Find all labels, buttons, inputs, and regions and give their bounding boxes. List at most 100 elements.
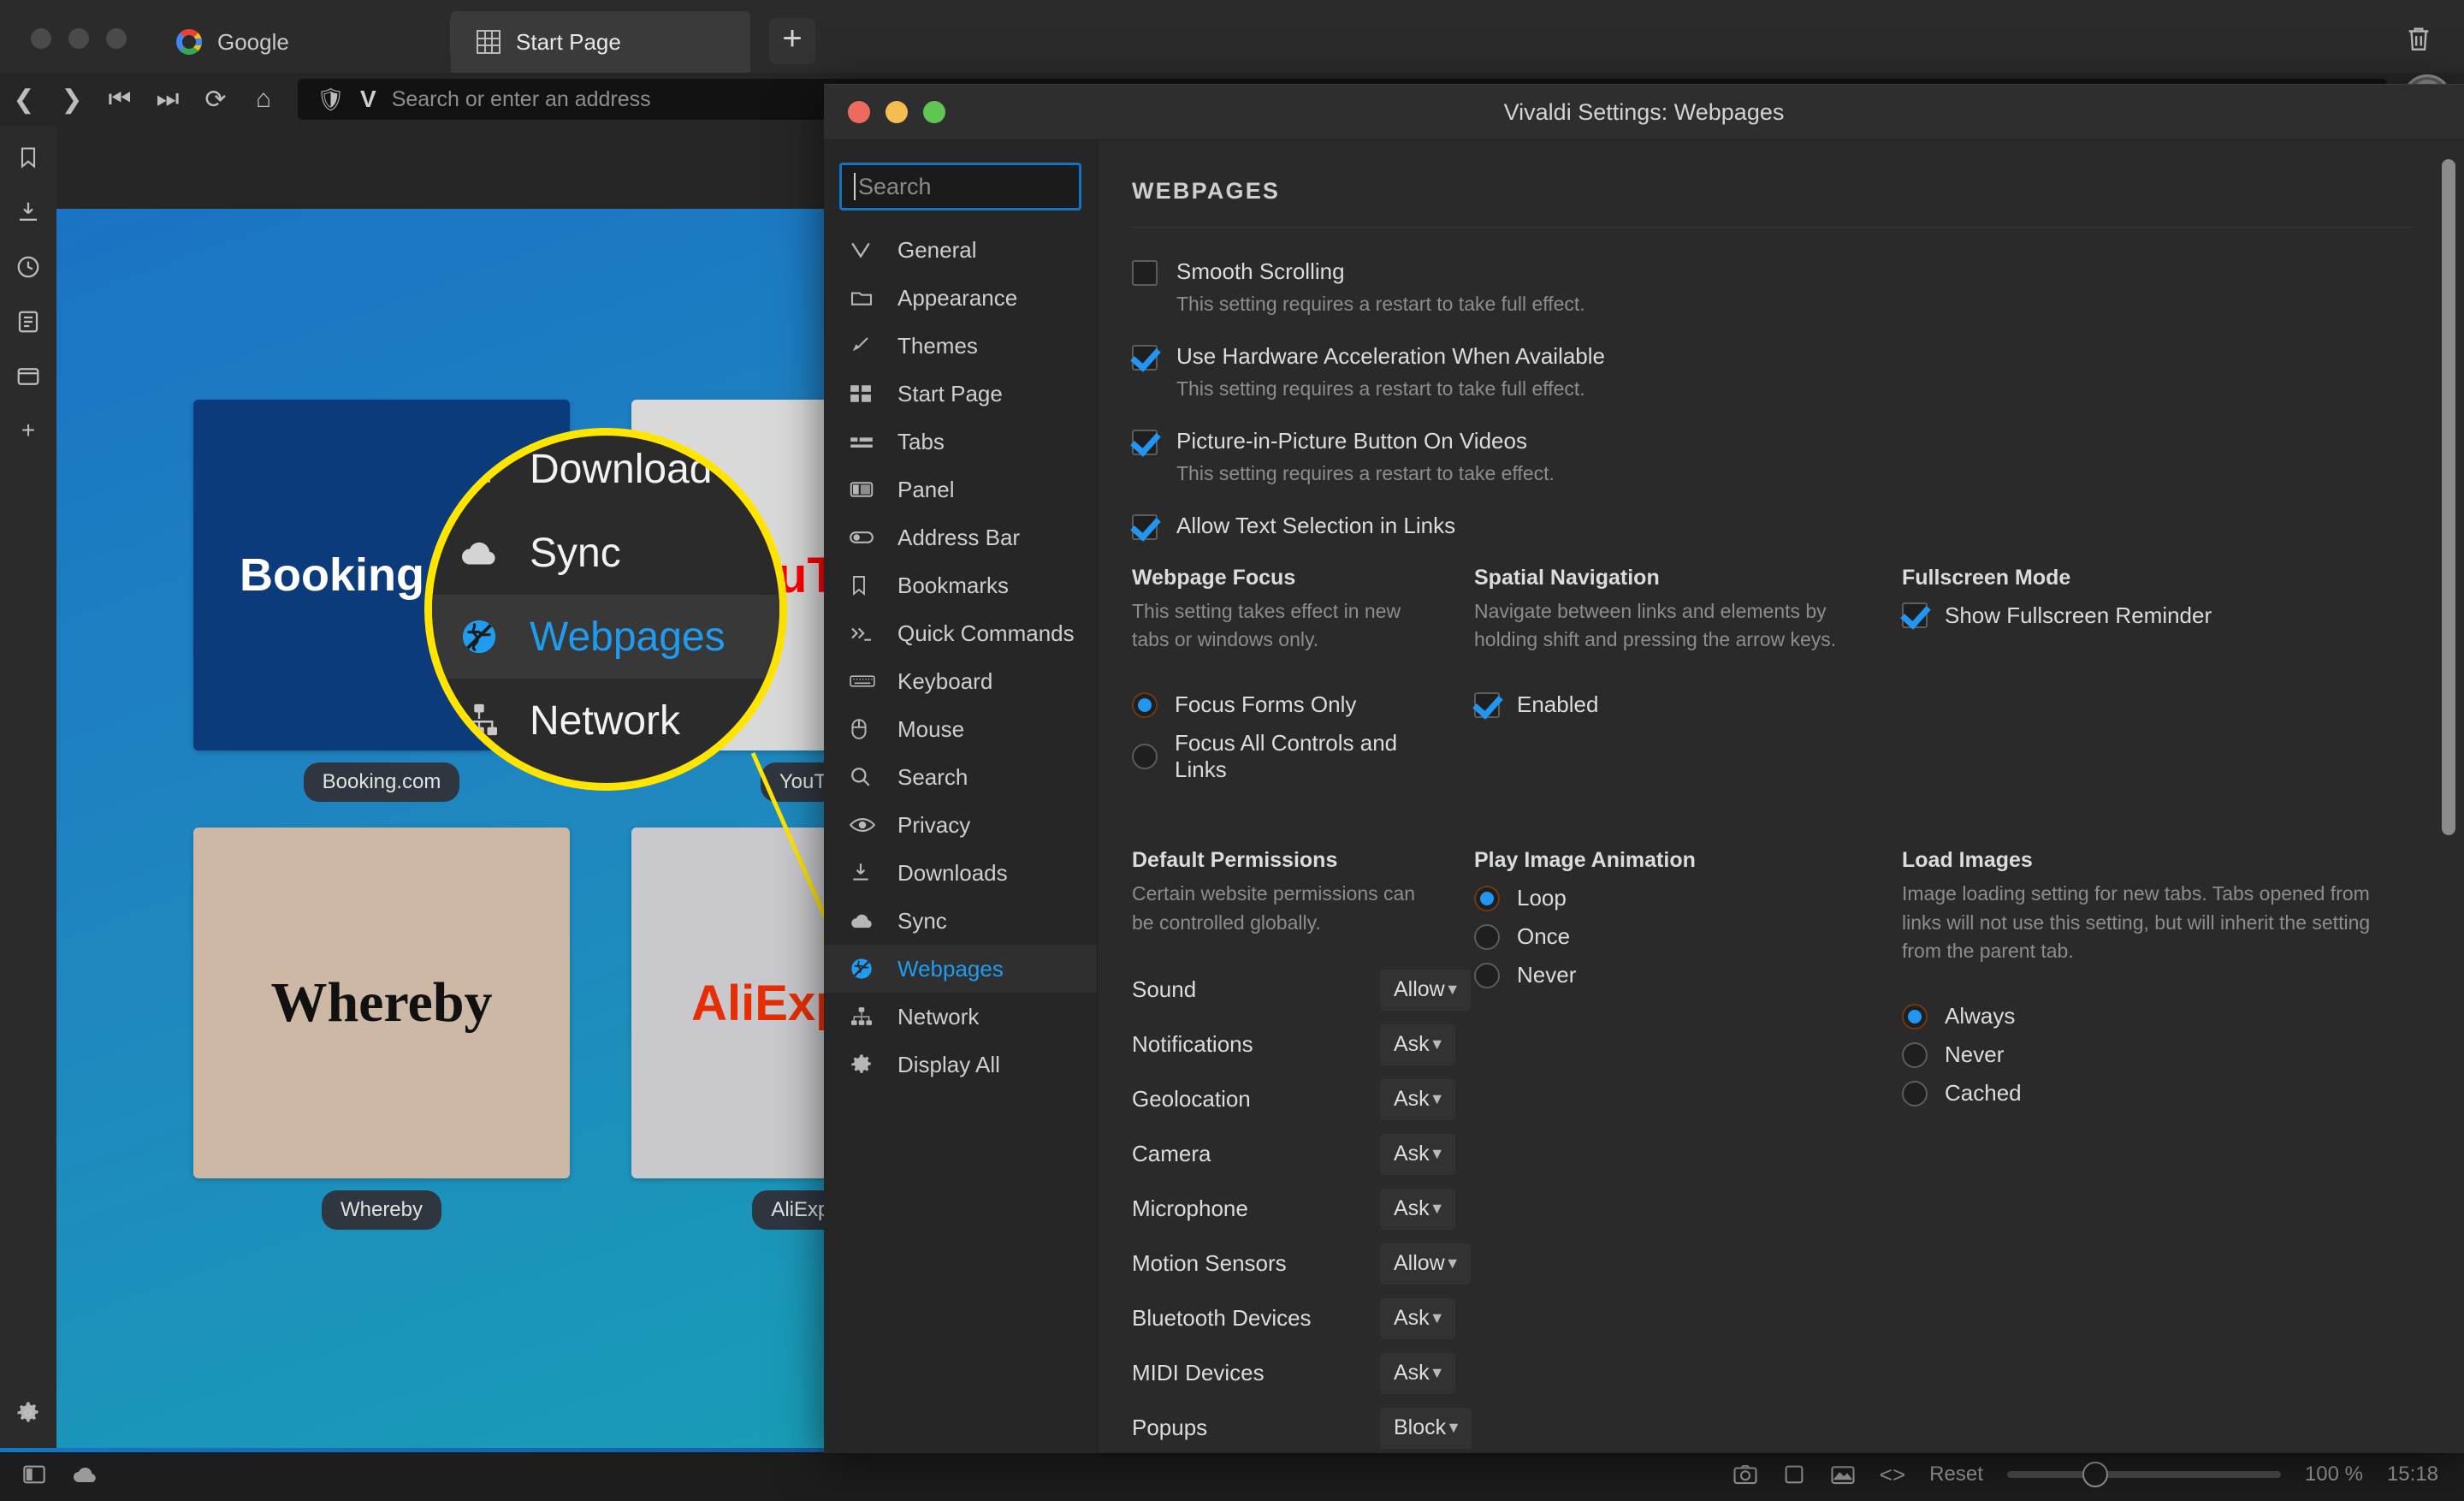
permission-name: Motion Sensors — [1132, 1250, 1287, 1277]
panel-toggle-icon[interactable] — [22, 1464, 46, 1485]
cloud-icon[interactable] — [72, 1465, 99, 1484]
sidebar-item-privacy[interactable]: Privacy — [824, 801, 1097, 849]
history-icon[interactable] — [15, 254, 41, 280]
speed-dial-whereby[interactable]: Whereby Whereby — [193, 828, 570, 1230]
radio-load-images-never[interactable]: Never — [1902, 1041, 2378, 1068]
radio-animation-once[interactable]: Once — [1474, 923, 1868, 950]
sidebar-item-mouse[interactable]: Mouse — [824, 705, 1097, 753]
radio-button[interactable] — [1902, 1080, 1928, 1106]
permission-select[interactable]: Ask ▼ — [1380, 1352, 1455, 1394]
magnified-item-webpages[interactable]: Webpages — [432, 595, 779, 679]
permission-select[interactable]: Allow ▼ — [1380, 1243, 1471, 1284]
capture-icon[interactable] — [1732, 1463, 1758, 1486]
sidebar-item-quick-commands[interactable]: Quick Commands — [824, 609, 1097, 657]
settings-gear-icon[interactable] — [15, 1400, 41, 1426]
rewind-icon[interactable]: ⏮ — [96, 85, 144, 114]
radio-animation-never[interactable]: Never — [1474, 962, 1868, 988]
permission-row-popups: Popups Block ▼ — [1132, 1401, 1472, 1453]
permission-select[interactable]: Ask ▼ — [1380, 1188, 1455, 1230]
address-bar-icon — [850, 530, 879, 545]
checkbox[interactable] — [1132, 514, 1158, 541]
sidebar-item-themes[interactable]: Themes — [824, 322, 1097, 370]
images-icon[interactable] — [1830, 1463, 1856, 1486]
setting-spatial-nav-enabled[interactable]: Enabled — [1474, 691, 1868, 718]
permission-select[interactable]: Block ▼ — [1380, 1407, 1472, 1449]
radio-focus-forms-only[interactable]: Focus Forms Only — [1132, 691, 1440, 718]
sidebar-item-display-all[interactable]: Display All — [824, 1041, 1097, 1089]
notes-icon[interactable] — [15, 309, 41, 335]
sidebar-item-start-page[interactable]: Start Page — [824, 370, 1097, 418]
radio-focus-all-controls[interactable]: Focus All Controls and Links — [1132, 730, 1440, 783]
back-icon[interactable]: ❮ — [0, 85, 48, 115]
sidebar-item-webpages[interactable]: Webpages — [824, 945, 1097, 993]
globe-blocked-icon — [459, 617, 504, 656]
setting-show-fullscreen-reminder[interactable]: Show Fullscreen Reminder — [1902, 602, 2378, 629]
permission-select[interactable]: Ask ▼ — [1380, 1023, 1455, 1065]
sidebar-item-address-bar[interactable]: Address Bar — [824, 513, 1097, 561]
home-icon[interactable]: ⌂ — [240, 85, 287, 114]
magnified-item-network[interactable]: Network — [432, 679, 779, 762]
tiling-icon[interactable] — [1782, 1463, 1806, 1486]
chevron-down-icon: ▼ — [1429, 1309, 1445, 1327]
maximize-button[interactable] — [106, 28, 127, 49]
radio-button[interactable] — [1902, 1003, 1928, 1029]
sidebar-item-tabs[interactable]: Tabs — [824, 418, 1097, 466]
sidebar-item-appearance[interactable]: Appearance — [824, 274, 1097, 322]
fast-forward-icon[interactable]: ⏭ — [144, 85, 192, 114]
checkbox[interactable] — [1132, 345, 1158, 371]
zoom-slider[interactable] — [2006, 1462, 2281, 1487]
tab-start-page[interactable]: Start Page — [451, 11, 750, 73]
radio-animation-loop[interactable]: Loop — [1474, 885, 1868, 911]
radio-button[interactable] — [1474, 885, 1500, 911]
sidebar-item-downloads[interactable]: Downloads — [824, 849, 1097, 897]
zoom-reset-button[interactable]: Reset — [1929, 1462, 1983, 1486]
sidebar-item-network[interactable]: Network — [824, 993, 1097, 1041]
setting-hardware-acceleration[interactable]: Use Hardware Acceleration When Available… — [1132, 341, 2413, 402]
zoom-slider-handle[interactable] — [2082, 1462, 2108, 1487]
sidebar-item-sync[interactable]: Sync — [824, 897, 1097, 945]
permission-select[interactable]: Ask ▼ — [1380, 1078, 1455, 1120]
sidebar-item-panel[interactable]: Panel — [824, 466, 1097, 513]
bookmark-icon — [850, 575, 879, 596]
minimize-button[interactable] — [68, 28, 89, 49]
downloads-icon[interactable] — [15, 199, 41, 225]
radio-button[interactable] — [1474, 923, 1500, 950]
reload-icon[interactable]: ⟳ — [192, 85, 240, 115]
sidebar-item-bookmarks[interactable]: Bookmarks — [824, 561, 1097, 609]
magnified-item-download[interactable]: Download — [432, 436, 779, 511]
permission-select[interactable]: Allow ▼ — [1380, 969, 1471, 1011]
add-panel-icon[interactable]: + — [21, 418, 35, 442]
sidebar-item-label: Quick Commands — [897, 620, 1075, 646]
permission-select[interactable]: Ask ▼ — [1380, 1297, 1455, 1339]
checkbox[interactable] — [1474, 691, 1500, 718]
checkbox[interactable] — [1902, 602, 1928, 629]
setting-smooth-scrolling[interactable]: Smooth Scrolling This setting requires a… — [1132, 257, 2413, 317]
windows-icon[interactable] — [15, 364, 41, 389]
new-tab-button[interactable]: + — [769, 18, 815, 64]
radio-button[interactable] — [1132, 691, 1158, 718]
radio-label: Cached — [1945, 1080, 2022, 1106]
grid-icon — [477, 30, 500, 54]
checkbox[interactable] — [1132, 260, 1158, 286]
address-input[interactable]: Search or enter an address — [392, 87, 651, 112]
trash-icon[interactable] — [2404, 23, 2464, 73]
radio-button[interactable] — [1474, 962, 1500, 988]
sidebar-item-search[interactable]: Search — [824, 753, 1097, 801]
close-button[interactable] — [31, 28, 51, 49]
bookmarks-icon[interactable] — [16, 145, 40, 170]
radio-load-images-always[interactable]: Always — [1902, 1003, 2378, 1029]
tab-google[interactable]: Google — [151, 11, 450, 73]
radio-load-images-cached[interactable]: Cached — [1902, 1080, 2378, 1106]
forward-icon[interactable]: ❯ — [48, 85, 96, 115]
developer-tools-icon[interactable]: <> — [1880, 1462, 1905, 1488]
setting-allow-text-selection[interactable]: Allow Text Selection in Links — [1132, 511, 2413, 541]
setting-picture-in-picture[interactable]: Picture-in-Picture Button On Videos This… — [1132, 426, 2413, 487]
checkbox[interactable] — [1132, 430, 1158, 456]
sidebar-item-keyboard[interactable]: Keyboard — [824, 657, 1097, 705]
radio-button[interactable] — [1132, 744, 1158, 770]
sidebar-item-general[interactable]: General — [824, 226, 1097, 274]
radio-button[interactable] — [1902, 1041, 1928, 1068]
settings-search-input[interactable]: Search — [839, 163, 1081, 211]
magnified-item-sync[interactable]: Sync — [432, 511, 779, 595]
permission-select[interactable]: Ask ▼ — [1380, 1133, 1455, 1175]
